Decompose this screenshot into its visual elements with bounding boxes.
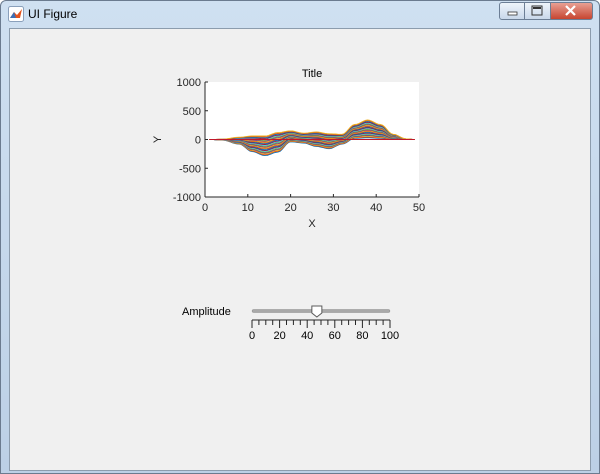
maximize-icon xyxy=(531,5,543,16)
minimize-icon xyxy=(507,11,518,16)
axes-chart[interactable]: 0 10 20 30 40 50 1000 500 0 -500 -1000 Title X Y 0… xyxy=(10,29,592,472)
x-tick-label: 10 xyxy=(242,202,254,214)
close-button[interactable] xyxy=(551,2,593,20)
slider-tick-label: 100 xyxy=(381,330,399,342)
y-tick-label: 0 xyxy=(195,135,201,147)
x-tick-label: 20 xyxy=(284,202,296,214)
amplitude-slider-label: Amplitude xyxy=(182,306,231,318)
x-tick-label: 30 xyxy=(327,202,339,214)
x-tick-label: 0 xyxy=(202,202,208,214)
window-title: UI Figure xyxy=(28,7,78,21)
slider-tick-label: 60 xyxy=(329,330,341,342)
matlab-icon xyxy=(8,6,24,22)
y-tick-label: -1000 xyxy=(173,192,201,204)
close-icon xyxy=(565,5,576,16)
minimize-button[interactable] xyxy=(499,2,525,20)
x-tick-label: 40 xyxy=(370,202,382,214)
maximize-button[interactable] xyxy=(525,2,551,20)
slider-tick-label: 40 xyxy=(301,330,313,342)
y-tick-label: 500 xyxy=(183,106,201,118)
slider-tick-label: 20 xyxy=(273,330,285,342)
x-axis-label: X xyxy=(308,218,316,230)
slider-thumb[interactable] xyxy=(311,305,323,318)
chart-title: Title xyxy=(302,68,322,80)
slider-tick-label: 80 xyxy=(356,330,368,342)
title-bar[interactable]: UI Figure xyxy=(1,1,599,27)
figure-canvas: 0 10 20 30 40 50 1000 500 0 -500 -1000 Title X Y 0… xyxy=(9,28,591,471)
y-axis-label: Y xyxy=(152,135,164,143)
ui-figure-window: UI Figure 0 10 20 30 40 50 1000 500 0 -5… xyxy=(0,0,600,474)
y-tick-label: 1000 xyxy=(177,77,201,89)
x-tick-label: 50 xyxy=(413,202,425,214)
slider-tick-label: 0 xyxy=(249,330,255,342)
y-tick-label: -500 xyxy=(179,163,201,175)
